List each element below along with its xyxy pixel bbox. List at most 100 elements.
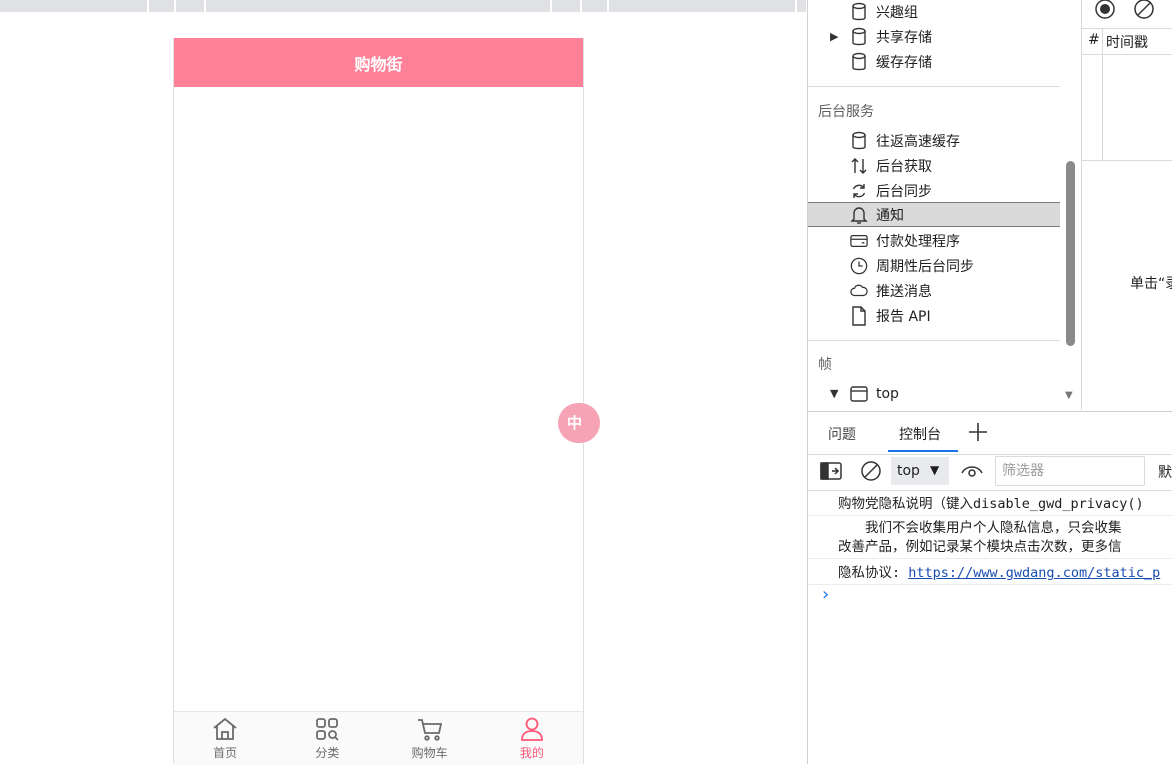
recording-toolbar bbox=[1082, 0, 1172, 29]
devtools-panel: 兴趣组 ▶ 共享存储 缓存存储 后台服务 往返高速缓存 后台获取 后台同步 通知 bbox=[807, 0, 1172, 764]
tab-label: 分类 bbox=[315, 746, 340, 760]
home-icon bbox=[213, 717, 237, 740]
collapse-arrow-icon[interactable]: ▼ bbox=[830, 387, 838, 400]
application-sidebar: 兴趣组 ▶ 共享存储 缓存存储 后台服务 往返高速缓存 后台获取 后台同步 通知 bbox=[808, 0, 1060, 410]
tree-item-reporting-api[interactable]: 报告 API bbox=[808, 303, 1060, 328]
file-icon bbox=[850, 305, 868, 326]
arrows-up-down-icon bbox=[850, 156, 868, 176]
tree-item-payment-handler[interactable]: 付款处理程序 bbox=[808, 228, 1060, 253]
eye-icon bbox=[961, 466, 983, 477]
tab-label: 首页 bbox=[213, 746, 238, 760]
tree-item-label: 付款处理程序 bbox=[876, 233, 960, 250]
database-icon bbox=[850, 52, 868, 72]
live-expression-button[interactable] bbox=[960, 461, 984, 485]
tab-cart[interactable]: 购物车 bbox=[379, 712, 481, 765]
console-text: 购物党隐私说明（键入disable_gwd_privacy() bbox=[838, 496, 1144, 512]
column-header-index[interactable]: # bbox=[1088, 32, 1100, 48]
top-ruler bbox=[0, 0, 806, 12]
category-grid-icon bbox=[316, 718, 340, 741]
database-icon bbox=[850, 131, 868, 151]
empty-hint-text: 单击“录 bbox=[1130, 276, 1172, 292]
tab-label: 我的 bbox=[519, 746, 544, 760]
clear-icon bbox=[1134, 0, 1154, 19]
tab-label: 购物车 bbox=[411, 746, 448, 760]
context-value: top bbox=[897, 463, 920, 479]
tree-item-cache-storage[interactable]: 缓存存储 bbox=[808, 49, 1060, 74]
tree-item-interest-groups[interactable]: 兴趣组 bbox=[808, 0, 1060, 24]
tree-item-label: top bbox=[876, 385, 899, 402]
tree-item-label: 报告 API bbox=[876, 308, 931, 325]
log-levels-dropdown[interactable]: 默 bbox=[1158, 462, 1172, 482]
cart-icon bbox=[417, 719, 442, 741]
console-text: 我们不会收集用户个人隐私信息，只会收集 bbox=[838, 520, 1122, 536]
card-icon bbox=[850, 231, 868, 251]
dropdown-arrow-icon: ▼ bbox=[930, 463, 940, 477]
bell-icon bbox=[850, 205, 868, 225]
float-toggle-button[interactable]: 中 bbox=[558, 403, 600, 443]
clock-icon bbox=[850, 256, 868, 276]
tree-item-bfcache[interactable]: 往返高速缓存 bbox=[808, 128, 1060, 153]
database-icon bbox=[850, 2, 868, 22]
events-table: # 时间戳 bbox=[1082, 28, 1172, 161]
section-title-background-services: 后台服务 bbox=[818, 104, 874, 120]
show-sidebar-button[interactable] bbox=[820, 461, 842, 485]
tree-item-frame-top[interactable]: ▼ top bbox=[808, 381, 1060, 406]
tree-item-label: 周期性后台同步 bbox=[876, 258, 974, 275]
tree-item-label: 缓存存储 bbox=[876, 54, 932, 71]
phone-viewport: 购物街 首页 分类 购物车 我的 bbox=[173, 38, 584, 765]
tree-item-notifications[interactable]: 通知 bbox=[808, 202, 1060, 227]
console-message: 我们不会收集用户个人隐私信息，只会收集 改善产品，例如记录某个模块点击次数，更多… bbox=[808, 517, 1172, 559]
clear-button[interactable] bbox=[1133, 0, 1155, 24]
window-icon bbox=[850, 384, 868, 404]
record-button[interactable] bbox=[1094, 0, 1116, 24]
console-text: 改善产品，例如记录某个模块点击次数，更多信 bbox=[838, 539, 1122, 555]
clear-console-button[interactable] bbox=[860, 460, 882, 486]
tree-item-label: 后台获取 bbox=[876, 158, 932, 175]
tab-home[interactable]: 首页 bbox=[174, 712, 276, 765]
tree-item-label: 推送消息 bbox=[876, 283, 932, 300]
filter-input[interactable] bbox=[995, 456, 1145, 486]
tab-profile[interactable]: 我的 bbox=[481, 712, 583, 765]
context-selector[interactable]: top ▼ bbox=[891, 457, 949, 485]
privacy-link[interactable]: https://www.gwdang.com/static_p bbox=[908, 565, 1160, 581]
tab-issues[interactable]: 问题 bbox=[828, 424, 856, 444]
drawer-tabstrip: 问题 控制台 bbox=[808, 411, 1172, 455]
user-icon bbox=[520, 717, 543, 741]
expand-arrow-icon[interactable]: ▶ bbox=[830, 30, 838, 43]
scroll-down-arrow-icon[interactable]: ▼ bbox=[1065, 390, 1073, 401]
cloud-icon bbox=[850, 281, 868, 301]
table-header: # 时间戳 bbox=[1082, 28, 1172, 160]
console-text: 隐私协议: bbox=[838, 565, 909, 581]
tree-item-background-sync[interactable]: 后台同步 bbox=[808, 178, 1060, 203]
tree-item-periodic-sync[interactable]: 周期性后台同步 bbox=[808, 253, 1060, 278]
notifications-panel: # 时间戳 单击“录 bbox=[1081, 0, 1172, 410]
console-message: 购物党隐私说明（键入disable_gwd_privacy() bbox=[808, 492, 1172, 516]
column-header-timestamp[interactable]: 时间戳 bbox=[1106, 32, 1148, 52]
tab-category[interactable]: 分类 bbox=[276, 712, 378, 765]
nav-bar: 购物街 bbox=[174, 38, 583, 87]
add-tab-button[interactable] bbox=[967, 421, 989, 447]
sidebar-toggle-icon bbox=[820, 462, 842, 480]
tree-item-label: 兴趣组 bbox=[876, 4, 918, 21]
scrollbar-thumb[interactable] bbox=[1066, 161, 1075, 346]
clear-icon bbox=[861, 461, 881, 481]
database-icon bbox=[850, 27, 868, 47]
divider bbox=[808, 86, 1060, 87]
tree-item-shared-storage[interactable]: ▶ 共享存储 bbox=[808, 24, 1060, 49]
console-message: 隐私协议: https://www.gwdang.com/static_p bbox=[808, 561, 1172, 585]
tree-item-push-messaging[interactable]: 推送消息 bbox=[808, 278, 1060, 303]
tree-item-label: 通知 bbox=[876, 207, 904, 224]
record-icon bbox=[1095, 0, 1115, 19]
tab-bar: 首页 分类 购物车 我的 bbox=[174, 711, 583, 765]
tab-console[interactable]: 控制台 bbox=[899, 424, 941, 444]
sync-icon bbox=[850, 181, 868, 201]
plus-icon bbox=[969, 423, 987, 441]
page-title: 购物街 bbox=[354, 54, 403, 74]
section-title-frames: 帧 bbox=[818, 357, 832, 373]
tree-item-label: 共享存储 bbox=[876, 29, 932, 46]
console-prompt-icon[interactable]: › bbox=[822, 584, 829, 605]
tree-item-background-fetch[interactable]: 后台获取 bbox=[808, 153, 1060, 178]
tree-item-label: 往返高速缓存 bbox=[876, 133, 960, 150]
tree-item-label: 后台同步 bbox=[876, 183, 932, 200]
console-toolbar: top ▼ 默 bbox=[808, 453, 1172, 491]
